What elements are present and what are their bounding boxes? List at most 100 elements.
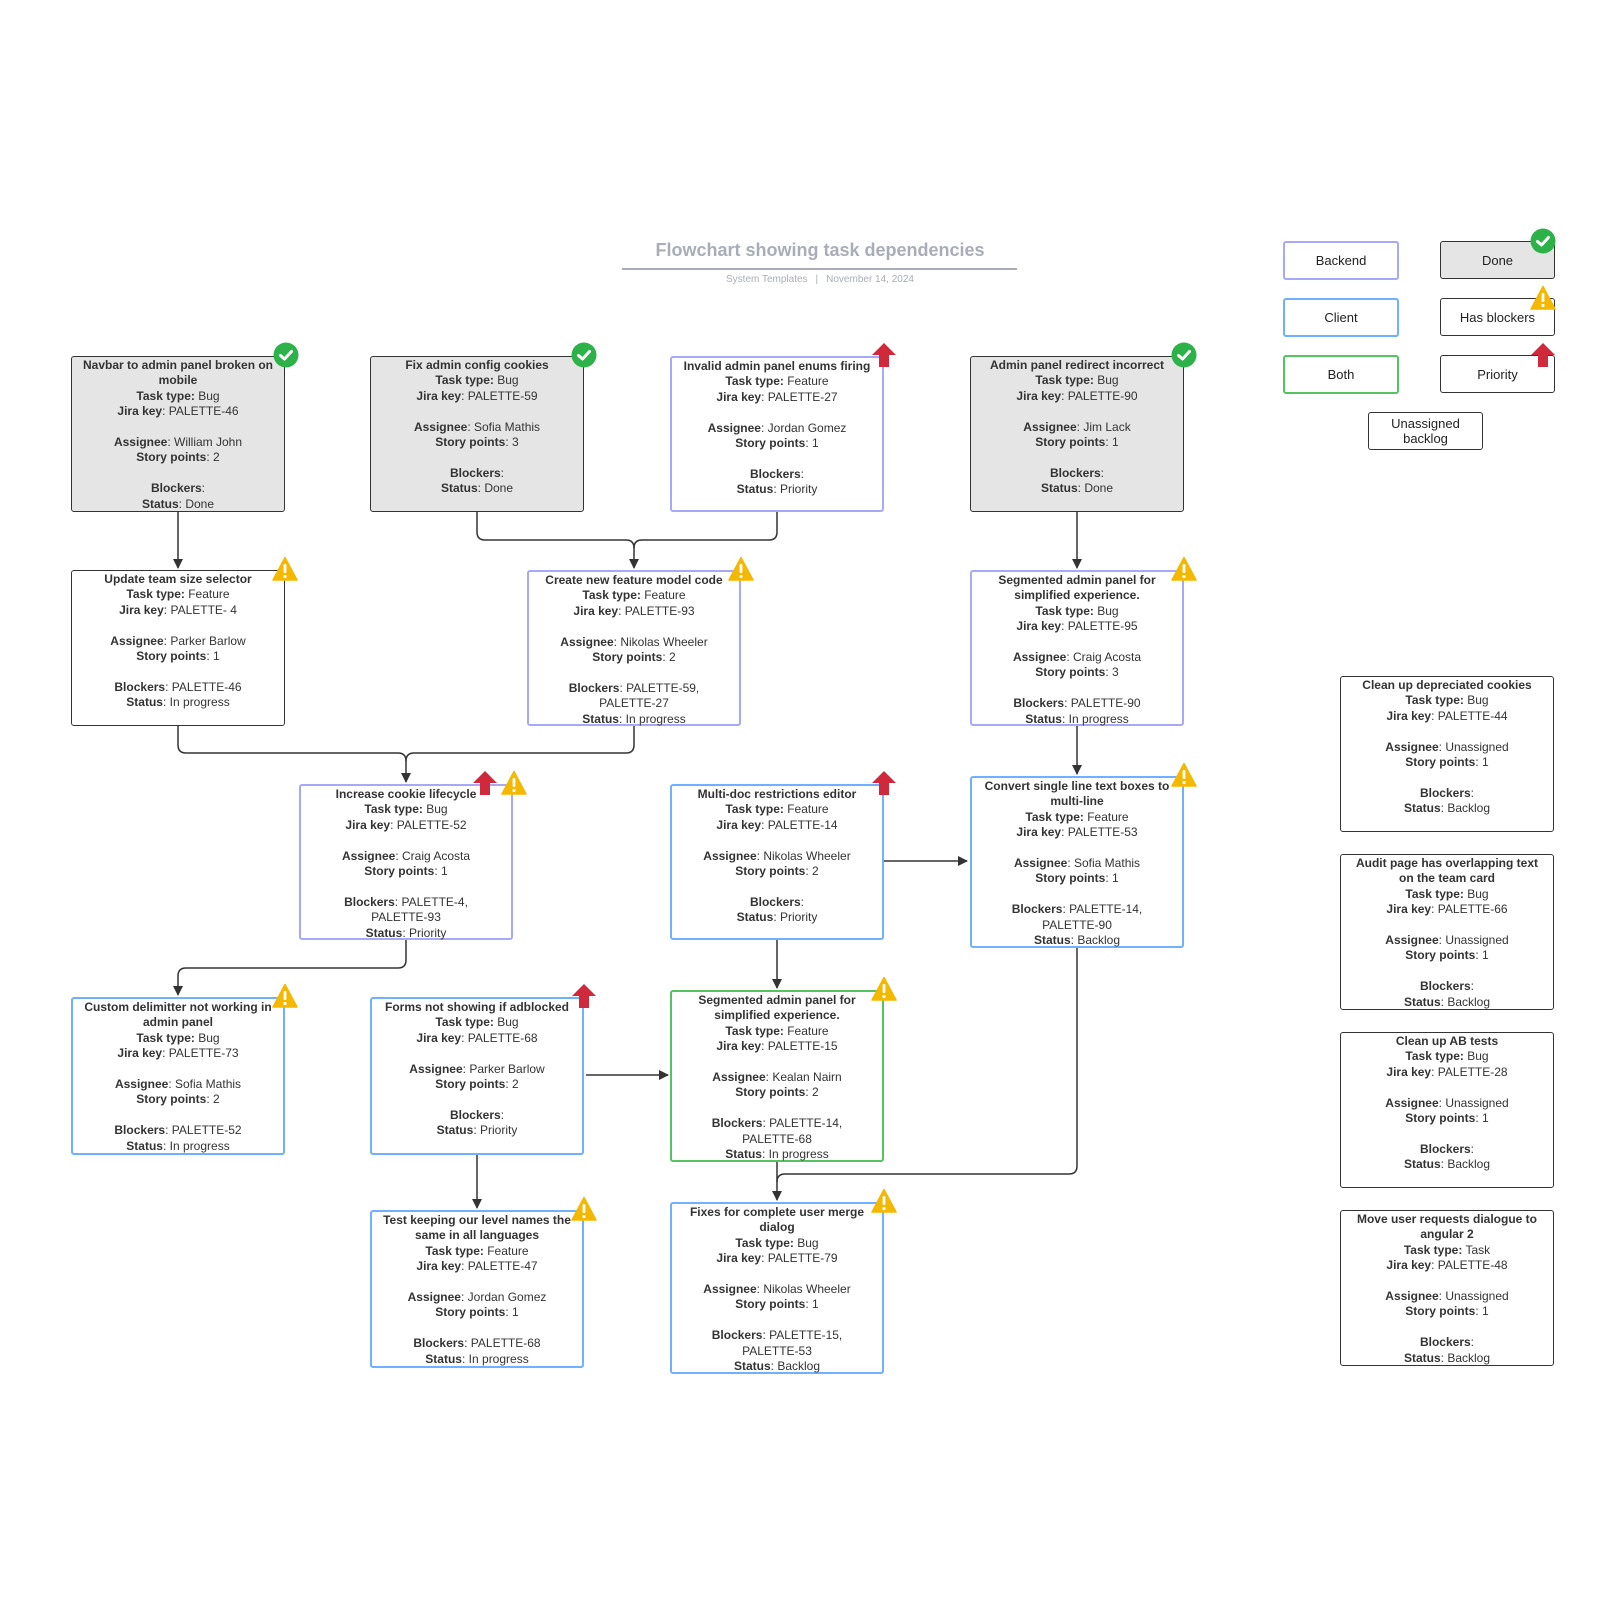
task-card-multiline[interactable]: Convert single line text boxes to multi-l… bbox=[970, 776, 1184, 948]
task-title-line2: admin panel bbox=[142, 1015, 213, 1030]
colon: : bbox=[1061, 619, 1065, 634]
task-card-segmented95[interactable]: Segmented admin panel for simplified expe… bbox=[970, 570, 1184, 726]
blockers-row-2: PALETTE-68 bbox=[674, 1132, 880, 1147]
assignee-row: Assignee: Parker Barlow bbox=[74, 634, 282, 649]
assignee-value: Unassigned bbox=[1445, 1095, 1509, 1110]
blockers-value: PALETTE-14, bbox=[1069, 902, 1143, 917]
colon: : bbox=[201, 481, 206, 496]
task-card-depcookies[interactable]: Clean up depreciated cookies Task type: B… bbox=[1340, 676, 1554, 832]
colon: : bbox=[1076, 419, 1080, 434]
assignee-value: Unassigned bbox=[1445, 933, 1509, 948]
colon: : bbox=[505, 1305, 509, 1320]
assignee-row: Assignee: Sofia Mathis bbox=[974, 856, 1180, 871]
task-type-row: Task type: Feature bbox=[374, 1244, 580, 1259]
assignee-label: Assignee bbox=[341, 848, 396, 863]
task-type-label: Task type: bbox=[1405, 1049, 1464, 1064]
task-type-label: Task type: bbox=[126, 587, 185, 602]
status-row: Status: Priority bbox=[674, 482, 880, 497]
status-value: Priority bbox=[780, 482, 818, 497]
task-card-enums[interactable]: Invalid admin panel enums firing Task typ… bbox=[670, 356, 884, 512]
task-title-line1: Update team size selector bbox=[104, 572, 252, 586]
legend-priority-label: Priority bbox=[1477, 366, 1518, 382]
task-card-adblock[interactable]: Forms not showing if adblocked Task type:… bbox=[370, 997, 584, 1155]
task-title-line1: Fix admin config cookies bbox=[405, 358, 549, 372]
task-title-line2-row: on the team card bbox=[1343, 871, 1551, 886]
task-card-auditpage[interactable]: Audit page has overlapping text on the te… bbox=[1340, 854, 1554, 1010]
blockers-label: Blockers bbox=[1049, 465, 1101, 480]
legend-unassigned-line1: Unassigned bbox=[1391, 416, 1460, 431]
colon: : bbox=[394, 894, 399, 909]
colon: : bbox=[618, 603, 622, 618]
legend-priority-arrow-icon bbox=[1530, 342, 1556, 368]
task-title-line1: Navbar to admin panel broken on bbox=[82, 358, 274, 372]
jira-key-label: Jira key bbox=[416, 1030, 462, 1045]
task-card-cookielife[interactable]: Increase cookie lifecycle Task type: Bug J… bbox=[299, 784, 513, 940]
task-card-abtests[interactable]: Clean up AB tests Task type: Bug Jira key:… bbox=[1340, 1032, 1554, 1188]
colon: : bbox=[162, 404, 166, 419]
blockers-label: Blockers bbox=[749, 466, 801, 481]
colon: : bbox=[500, 465, 505, 480]
legend-done-check-icon bbox=[1530, 228, 1556, 254]
task-card-redirect[interactable]: Admin panel redirect incorrect Task type:… bbox=[970, 356, 1184, 512]
colon: : bbox=[1105, 871, 1109, 886]
story-points-label: Story points bbox=[1035, 435, 1106, 450]
blockers-label: Blockers bbox=[1419, 785, 1471, 800]
task-card-delimiter[interactable]: Custom delimitter not working in admin pa… bbox=[71, 997, 285, 1155]
task-card-levelnames[interactable]: Test keeping our level names the same in … bbox=[370, 1210, 584, 1368]
blockers-label: Blockers bbox=[711, 1328, 763, 1343]
task-type-value: Feature bbox=[487, 1243, 529, 1258]
status-row: Status: Priority bbox=[303, 926, 509, 941]
task-title: Test keeping our level names the bbox=[374, 1213, 580, 1228]
task-title: Create new feature model code bbox=[531, 573, 737, 588]
jira-key-row: Jira key: PALETTE-27 bbox=[674, 390, 880, 405]
task-card-usermerge[interactable]: Fixes for complete user merge dialog Task … bbox=[670, 1202, 884, 1374]
task-card-angular[interactable]: Move user requests dialogue to angular 2T… bbox=[1340, 1210, 1554, 1366]
blockers-row: Blockers: bbox=[373, 466, 581, 481]
task-type-value: Bug bbox=[1467, 693, 1489, 708]
assignee-label: Assignee bbox=[560, 634, 614, 649]
colon: : bbox=[770, 1359, 774, 1374]
colon: : bbox=[464, 1336, 468, 1351]
assignee-label: Assignee bbox=[712, 1070, 766, 1085]
task-card-multidoc[interactable]: Multi-doc restrictions editor Task type: … bbox=[670, 784, 884, 940]
task-card-featuremodel[interactable]: Create new feature model code Task type: … bbox=[527, 570, 741, 726]
colon: : bbox=[473, 1123, 477, 1138]
jira-key-label: Jira key bbox=[1016, 619, 1062, 634]
has-blockers-warning-icon bbox=[871, 1188, 897, 1214]
task-title-line1: Segmented admin panel for bbox=[998, 573, 1156, 587]
assignee-row: Assignee: Nikolas Wheeler bbox=[531, 635, 737, 650]
colon: : bbox=[402, 925, 406, 940]
colon: : bbox=[1061, 711, 1066, 726]
task-type-row: Task type: Bug bbox=[374, 1015, 580, 1030]
colon: : bbox=[1438, 1289, 1442, 1304]
colon: : bbox=[1061, 825, 1065, 840]
has-blockers-warning-icon bbox=[1171, 556, 1197, 582]
status-value: In progress bbox=[169, 1138, 230, 1153]
colon: : bbox=[165, 679, 169, 694]
story-points-row: Story points: 3 bbox=[373, 435, 581, 450]
jira-key-value: PALETTE-68 bbox=[467, 1030, 538, 1045]
colon: : bbox=[761, 817, 765, 832]
colon: : bbox=[1475, 948, 1479, 963]
assignee-label: Assignee bbox=[1385, 739, 1439, 754]
task-card-navbar[interactable]: Navbar to admin panel broken on mobile Tas… bbox=[71, 356, 285, 512]
task-card-fixcookies[interactable]: Fix admin config cookies Task type: Bug Ji… bbox=[370, 356, 584, 512]
jira-key-label: Jira key bbox=[1386, 902, 1432, 917]
task-card-segmented15[interactable]: Segmented admin panel for simplified expe… bbox=[670, 990, 884, 1162]
story-points-value: 1 bbox=[441, 864, 448, 879]
colon: : bbox=[1100, 465, 1105, 480]
blockers-value: PALETTE-15, bbox=[769, 1328, 843, 1343]
task-title: Audit page has overlapping text bbox=[1343, 856, 1551, 871]
blockers-row: Blockers: bbox=[1343, 786, 1551, 801]
legend-unassigned-backlog: Unassigned backlog bbox=[1368, 412, 1483, 450]
task-card-teamsize[interactable]: Update team size selector Task type: Feat… bbox=[71, 570, 285, 726]
task-title-line1: Segmented admin panel for bbox=[698, 993, 856, 1007]
blockers-label: Blockers bbox=[1419, 1335, 1471, 1350]
colon: : bbox=[505, 435, 509, 450]
